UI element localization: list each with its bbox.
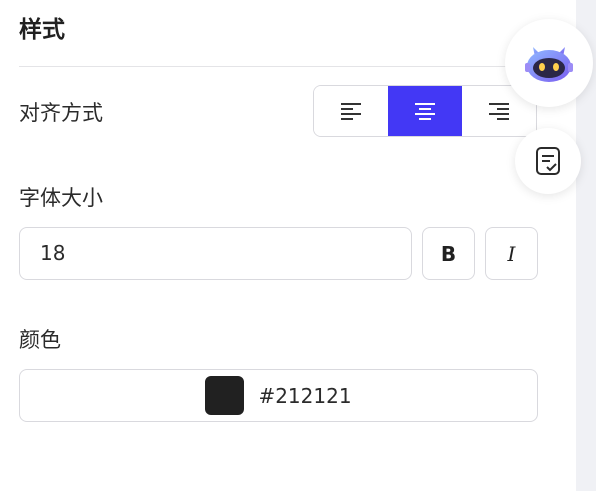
alignment-label: 对齐方式 (19, 101, 103, 125)
italic-button[interactable]: I (485, 227, 538, 280)
font-size-label: 字体大小 (19, 186, 103, 210)
color-label: 颜色 (19, 328, 61, 352)
align-right-icon (489, 103, 509, 120)
bold-button[interactable]: B (422, 227, 475, 280)
color-swatch[interactable] (205, 376, 245, 415)
robot-assistant-icon (525, 47, 573, 82)
align-center-button[interactable] (388, 86, 462, 136)
notes-button[interactable] (515, 128, 581, 194)
divider (19, 66, 538, 67)
align-left-icon (341, 103, 361, 120)
color-hex-value: #212121 (258, 383, 352, 408)
align-center-icon (415, 103, 435, 120)
assistant-button[interactable] (505, 19, 593, 107)
font-size-input[interactable]: 18 (19, 227, 412, 280)
section-title: 样式 (19, 17, 65, 43)
color-picker[interactable]: #212121 (19, 369, 538, 422)
checklist-note-icon (536, 147, 560, 175)
style-panel: 样式 对齐方式 字体大小 18 B I 颜色 #212121 (0, 0, 576, 491)
alignment-group (313, 85, 537, 137)
align-left-button[interactable] (314, 86, 388, 136)
